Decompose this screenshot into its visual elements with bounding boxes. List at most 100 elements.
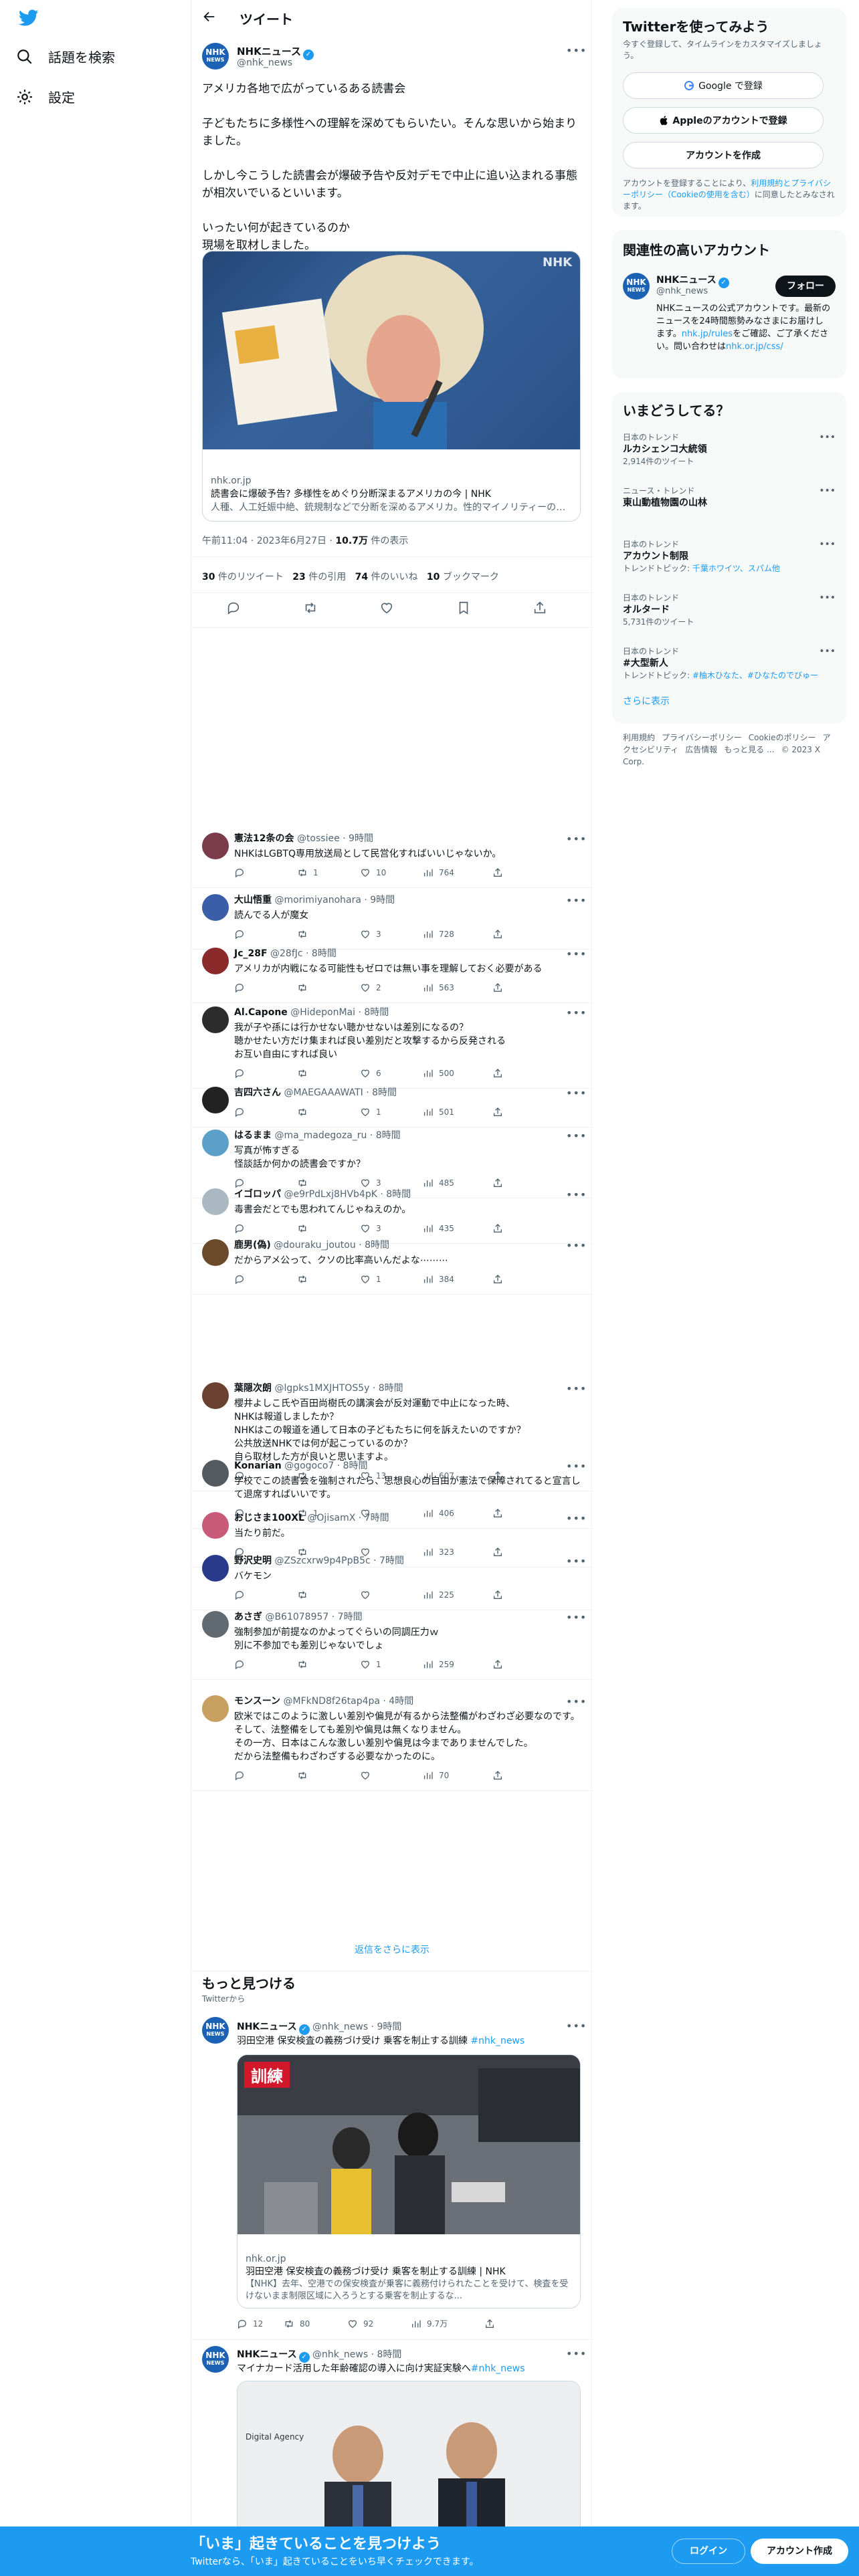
like-icon[interactable]	[379, 601, 394, 615]
like-button[interactable]: 10	[360, 867, 423, 878]
more-options-icon[interactable]: •••	[819, 593, 836, 603]
avatar[interactable]	[202, 1239, 229, 1266]
like-button[interactable]: 3	[360, 929, 423, 940]
footer-link[interactable]: もっと見る ...	[724, 745, 774, 754]
more-options-icon[interactable]: •••	[819, 539, 836, 550]
avatar[interactable]	[202, 1695, 229, 1722]
retweet-button[interactable]	[297, 929, 360, 940]
retweet-button[interactable]	[297, 1659, 360, 1670]
share-button[interactable]	[492, 1508, 503, 1519]
reply-button[interactable]	[234, 1770, 297, 1781]
like-button[interactable]	[360, 1770, 423, 1781]
share-button[interactable]	[492, 1659, 503, 1670]
like-button[interactable]: 6	[360, 1068, 423, 1079]
share-button[interactable]	[492, 1178, 503, 1188]
more-options-icon[interactable]: •••	[566, 1460, 587, 1473]
trend-item[interactable]: 日本のトレンド オルタード 5,731件のツイート •••	[623, 593, 836, 627]
nav-settings[interactable]: 設定	[16, 87, 75, 106]
more-options-icon[interactable]: •••	[566, 1006, 587, 1019]
link-card[interactable]: 訓練 nhk.or.jp 羽田空港 保安検査の義務づけ受け 乗客を制止する訓練 …	[237, 2054, 581, 2309]
like-button[interactable]: 3	[360, 1178, 423, 1188]
avatar[interactable]	[202, 1188, 229, 1215]
share-icon[interactable]	[533, 601, 547, 615]
more-options-icon[interactable]: •••	[566, 833, 587, 845]
more-options-icon[interactable]: •••	[566, 1087, 587, 1099]
views-button[interactable]: 728	[423, 929, 492, 940]
views-button[interactable]: 500	[423, 1068, 492, 1079]
reply-button[interactable]	[234, 1068, 297, 1079]
share-button[interactable]	[484, 2318, 495, 2329]
footer-link[interactable]: Cookieのポリシー	[749, 733, 816, 742]
avatar[interactable]	[202, 1512, 229, 1539]
reply-button[interactable]	[234, 1274, 297, 1285]
more-options-icon[interactable]: •••	[566, 948, 587, 960]
trend-item[interactable]: 日本のトレンド アカウント制限 トレンドトピック: 千葉ホワイツ、スパム他 •••	[623, 539, 836, 574]
retweet-button[interactable]	[297, 982, 360, 993]
trend-item[interactable]: 日本のトレンド ルカシェンコ大統領 2,914件のツイート •••	[623, 432, 836, 467]
signup-button[interactable]: アカウント作成	[751, 2539, 848, 2564]
avatar[interactable]	[202, 1130, 229, 1156]
footer-link[interactable]: 広告情報	[685, 745, 717, 754]
views-button[interactable]: 501	[423, 1107, 492, 1117]
more-options-icon[interactable]: •••	[566, 894, 587, 907]
reply-button[interactable]	[234, 1178, 297, 1188]
twitter-logo-icon[interactable]	[19, 9, 39, 27]
retweet-button[interactable]: 80	[284, 2318, 347, 2329]
avatar[interactable]	[202, 1087, 229, 1113]
more-options-icon[interactable]: •••	[566, 1695, 587, 1708]
more-options-icon[interactable]: •••	[566, 1611, 587, 1624]
more-options-icon[interactable]: •••	[819, 486, 836, 496]
retweet-button[interactable]	[297, 1068, 360, 1079]
more-options-icon[interactable]: •••	[819, 646, 836, 657]
share-button[interactable]	[492, 929, 503, 940]
like-button[interactable]: 1	[360, 1107, 423, 1117]
retweet-button[interactable]	[297, 1590, 360, 1600]
avatar[interactable]: NHK NEWS	[202, 2346, 229, 2373]
avatar[interactable]	[202, 894, 229, 921]
reply-button[interactable]	[234, 1107, 297, 1117]
more-options-icon[interactable]: •••	[566, 1130, 587, 1142]
like-button[interactable]	[360, 1590, 423, 1600]
reply-icon[interactable]	[226, 601, 241, 615]
login-button[interactable]: ログイン	[672, 2539, 745, 2564]
views-button[interactable]: 9.7万	[411, 2318, 484, 2329]
trends-show-more[interactable]: さらに表示	[623, 694, 670, 708]
views-button[interactable]: 485	[423, 1178, 492, 1188]
show-more-replies-link[interactable]: 返信をさらに表示	[191, 1931, 593, 1971]
share-button[interactable]	[492, 1107, 503, 1117]
retweet-icon[interactable]	[303, 601, 318, 615]
avatar[interactable]	[202, 1555, 229, 1582]
bookmark-icon[interactable]	[456, 601, 471, 615]
views-button[interactable]: 70	[423, 1770, 492, 1781]
bio-link[interactable]: nhk.jp/rules	[682, 329, 733, 339]
avatar[interactable]	[202, 1006, 229, 1033]
author-handle[interactable]: @nhk_news	[237, 58, 292, 68]
more-options-icon[interactable]: •••	[566, 1555, 587, 1568]
google-signup-button[interactable]: Google で登録	[623, 72, 824, 99]
more-options-icon[interactable]: •••	[566, 1512, 587, 1525]
avatar[interactable]	[202, 1460, 229, 1487]
avatar[interactable]	[202, 833, 229, 859]
avatar[interactable]	[202, 948, 229, 974]
nav-explore[interactable]: 話題を検索	[16, 47, 115, 66]
views-button[interactable]: 764	[423, 867, 492, 878]
retweet-button[interactable]	[297, 1223, 360, 1234]
link-card[interactable]: NHK nhk.or.jp 読書会に爆破予告? 多様性をめぐり分断深まるアメリカ…	[202, 251, 581, 522]
more-options-icon[interactable]: •••	[819, 432, 836, 443]
like-button[interactable]: 2	[360, 982, 423, 993]
trend-item[interactable]: ニュース・トレンド 東山動植物園の山林 •••	[623, 486, 836, 510]
views-button[interactable]: 563	[423, 982, 492, 993]
retweet-button[interactable]	[297, 1107, 360, 1117]
views-button[interactable]: 225	[423, 1590, 492, 1600]
bookmark-count[interactable]: 10 ブックマーク	[427, 572, 499, 582]
share-button[interactable]	[492, 1590, 503, 1600]
more-options-icon[interactable]: •••	[566, 44, 587, 57]
trend-topic-link[interactable]: 千葉ホワイツ、スパム他	[692, 564, 780, 573]
follow-button[interactable]: フォロー	[775, 276, 836, 297]
hashtag-link[interactable]: #nhk_news	[471, 2363, 525, 2374]
more-options-icon[interactable]: •••	[566, 1239, 587, 1252]
create-account-button[interactable]: アカウントを作成	[623, 142, 824, 169]
like-button[interactable]: 3	[360, 1223, 423, 1234]
views-button[interactable]: 384	[423, 1274, 492, 1285]
avatar[interactable]	[202, 1382, 229, 1409]
